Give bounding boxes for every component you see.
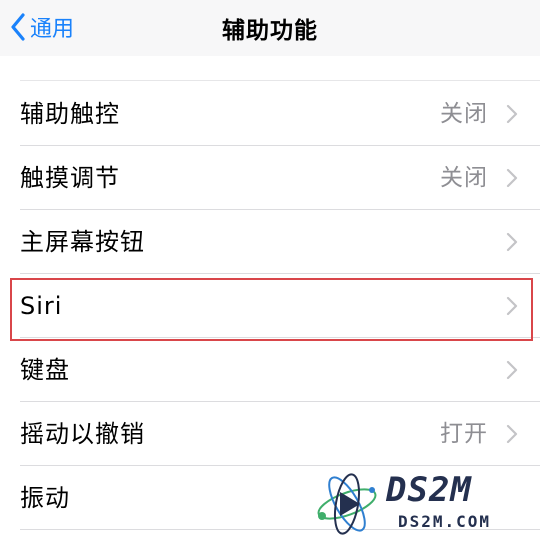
row-label: 辅助触控 (20, 100, 120, 128)
chevron-right-icon (506, 104, 518, 124)
page-title: 辅助功能 (222, 18, 318, 44)
chevron-right-icon (506, 168, 518, 188)
row-label: 键盘 (20, 356, 70, 384)
row-label: 主屏幕按钮 (20, 228, 145, 256)
section-gap (0, 56, 540, 82)
row-label: 振动 (20, 484, 70, 512)
row-value: 关闭 (440, 165, 488, 191)
row-keyboard[interactable]: 键盘 (0, 338, 540, 402)
chevron-right-icon (506, 360, 518, 380)
row-value: 关闭 (440, 101, 488, 127)
divider (20, 80, 540, 81)
row-assistive-touch[interactable]: 辅助触控 关闭 (0, 82, 540, 146)
row-home-button[interactable]: 主屏幕按钮 (0, 210, 540, 274)
navigation-bar: 通用 辅助功能 (0, 0, 540, 56)
chevron-right-icon (506, 424, 518, 444)
chevron-right-icon (506, 232, 518, 252)
watermark: DS2M DS2M.COM (312, 470, 534, 536)
chevron-right-icon (506, 296, 518, 316)
settings-list: 辅助触控 关闭 触摸调节 关闭 主屏幕按钮 Siri 键盘 摇动以撤销 打开 振… (0, 82, 540, 530)
row-label: 触摸调节 (20, 164, 120, 192)
watermark-brand: DS2M (386, 470, 472, 510)
row-label: 摇动以撤销 (20, 420, 145, 448)
row-touch-accommodations[interactable]: 触摸调节 关闭 (0, 146, 540, 210)
watermark-url: DS2M.COM (398, 512, 492, 531)
row-label: Siri (20, 292, 63, 320)
atom-logo-icon (317, 473, 377, 535)
row-shake-to-undo[interactable]: 摇动以撤销 打开 (0, 402, 540, 466)
row-value: 打开 (440, 421, 488, 447)
row-siri[interactable]: Siri (0, 274, 540, 338)
